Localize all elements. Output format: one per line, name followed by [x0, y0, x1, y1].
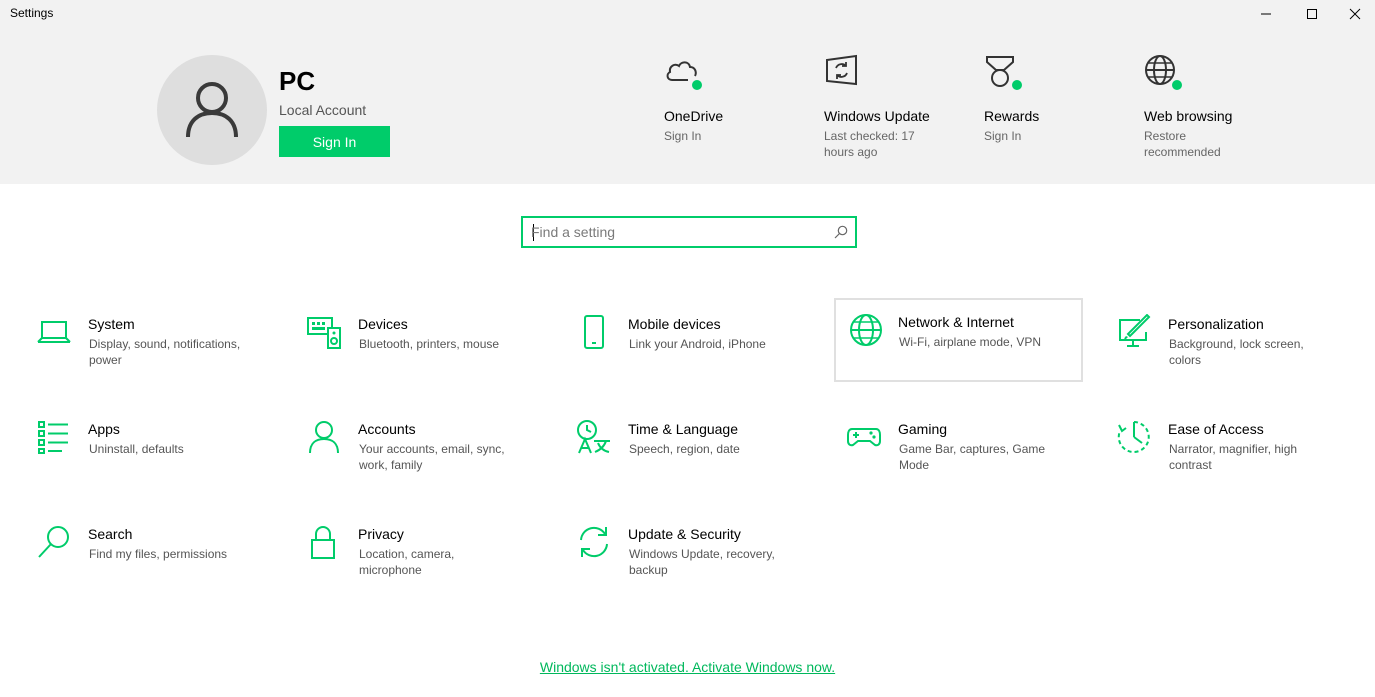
window-title: Settings — [10, 6, 54, 20]
category-description: Windows Update, recovery, backup — [629, 547, 775, 577]
category-description: Uninstall, defaults — [89, 442, 184, 456]
category-title: Devices — [358, 316, 408, 332]
category-system[interactable]: System Display, sound, notifications, po… — [0, 300, 249, 384]
category-title: Ease of Access — [1168, 421, 1264, 437]
category-description: Location, camera, microphone — [359, 547, 455, 577]
category-title: Mobile devices — [628, 316, 721, 332]
rewards-title: Rewards — [984, 108, 1040, 124]
minimize-icon — [1261, 13, 1271, 15]
onedrive-subtitle: Sign In — [664, 129, 702, 143]
category-update-security[interactable]: Update & Security Windows Update, recove… — [540, 510, 789, 594]
category-network-internet[interactable]: Network & Internet Wi-Fi, airplane mode,… — [834, 298, 1083, 382]
category-mobile-devices[interactable]: Mobile devices Link your Android, iPhone — [540, 300, 789, 384]
ease-of-access-icon — [1117, 421, 1150, 453]
category-gaming[interactable]: Gaming Game Bar, captures, Game Mode — [810, 405, 1059, 489]
category-description: Narrator, magnifier, high contrast — [1169, 442, 1298, 472]
web-browsing-subtitle: Restore recommended — [1144, 129, 1221, 159]
category-description: Display, sound, notifications, power — [89, 337, 241, 367]
category-title: Personalization — [1168, 316, 1264, 332]
sign-in-button[interactable]: Sign In — [279, 126, 390, 157]
windows-update-icon — [824, 54, 860, 90]
search-icon — [38, 526, 69, 558]
status-dot — [1010, 78, 1024, 92]
search-box[interactable] — [521, 216, 857, 248]
category-title: Gaming — [898, 421, 948, 437]
status-dot — [1170, 78, 1184, 92]
phone-icon — [584, 315, 604, 349]
settings-window: Settings PC Local Account Sign In OneDri… — [0, 0, 1375, 697]
category-title: Update & Security — [628, 526, 741, 542]
time-language-icon — [577, 420, 610, 454]
category-title: Privacy — [358, 526, 404, 542]
globe-icon — [1144, 54, 1184, 92]
maximize-icon — [1307, 9, 1317, 19]
activate-windows-link[interactable]: Windows isn't activated. Activate Window… — [540, 659, 835, 675]
category-title: Network & Internet — [898, 314, 1014, 330]
lock-icon — [311, 526, 335, 559]
rewards-subtitle: Sign In — [984, 129, 1022, 143]
close-icon — [1349, 8, 1361, 20]
close-button[interactable] — [1335, 0, 1375, 28]
category-apps[interactable]: Apps Uninstall, defaults — [0, 405, 249, 489]
avatar[interactable] — [157, 55, 267, 165]
account-name: PC — [279, 66, 316, 96]
windows-update-title: Windows Update — [824, 108, 930, 124]
onedrive-title: OneDrive — [664, 108, 724, 124]
gamepad-icon — [847, 428, 881, 447]
web-browsing-card[interactable]: Web browsing Restore recommended — [1144, 54, 1294, 160]
category-description: Wi-Fi, airplane mode, VPN — [899, 335, 1042, 349]
category-personalization[interactable]: Personalization Background, lock screen,… — [1080, 300, 1329, 384]
rewards-card[interactable]: Rewards Sign In — [984, 54, 1134, 144]
category-title: Search — [88, 526, 133, 542]
category-title: System — [88, 316, 135, 332]
title-bar: Settings — [0, 0, 1375, 28]
category-title: Time & Language — [628, 421, 738, 437]
paint-monitor-icon — [1119, 314, 1151, 347]
category-description: Speech, region, date — [629, 442, 740, 456]
apps-list-icon — [38, 421, 68, 454]
activation-notice: Windows isn't activated. Activate Window… — [0, 659, 1375, 675]
windows-update-card[interactable]: Windows Update Last checked: 17 hours ag… — [824, 54, 974, 160]
category-description: Bluetooth, printers, mouse — [359, 337, 500, 351]
laptop-icon — [37, 321, 71, 343]
category-title: Accounts — [358, 421, 416, 437]
category-devices[interactable]: Devices Bluetooth, printers, mouse — [270, 300, 519, 384]
category-title: Apps — [88, 421, 120, 437]
keyboard-speaker-icon — [307, 317, 341, 349]
search-icon[interactable] — [834, 225, 848, 239]
onedrive-card[interactable]: OneDrive Sign In — [664, 54, 814, 144]
rewards-icon — [984, 54, 1024, 92]
category-description: Link your Android, iPhone — [629, 337, 766, 351]
user-avatar-icon — [186, 82, 238, 138]
windows-update-subtitle: Last checked: 17 hours ago — [824, 129, 915, 159]
status-dot — [690, 78, 704, 92]
account-type: Local Account — [279, 102, 367, 118]
globe-icon — [850, 314, 882, 346]
maximize-button[interactable] — [1289, 0, 1335, 28]
sync-arrows-icon — [580, 526, 608, 558]
category-description: Your accounts, email, sync, work, family — [359, 442, 505, 472]
category-description: Game Bar, captures, Game Mode — [899, 442, 1046, 472]
category-description: Background, lock screen, colors — [1169, 337, 1304, 367]
category-accounts[interactable]: Accounts Your accounts, email, sync, wor… — [270, 405, 519, 489]
cloud-icon — [664, 54, 704, 92]
person-icon — [309, 421, 339, 454]
category-search[interactable]: Search Find my files, permissions — [0, 510, 249, 594]
category-privacy[interactable]: Privacy Location, camera, microphone — [270, 510, 519, 594]
web-browsing-title: Web browsing — [1144, 108, 1233, 124]
minimize-button[interactable] — [1243, 0, 1289, 28]
category-time-language[interactable]: Time & Language Speech, region, date — [540, 405, 789, 489]
search-input[interactable] — [531, 223, 821, 241]
category-description: Find my files, permissions — [89, 547, 228, 561]
account-header: PC Local Account Sign In OneDrive Sign I… — [0, 28, 1375, 184]
category-ease-of-access[interactable]: Ease of Access Narrator, magnifier, high… — [1080, 405, 1329, 489]
